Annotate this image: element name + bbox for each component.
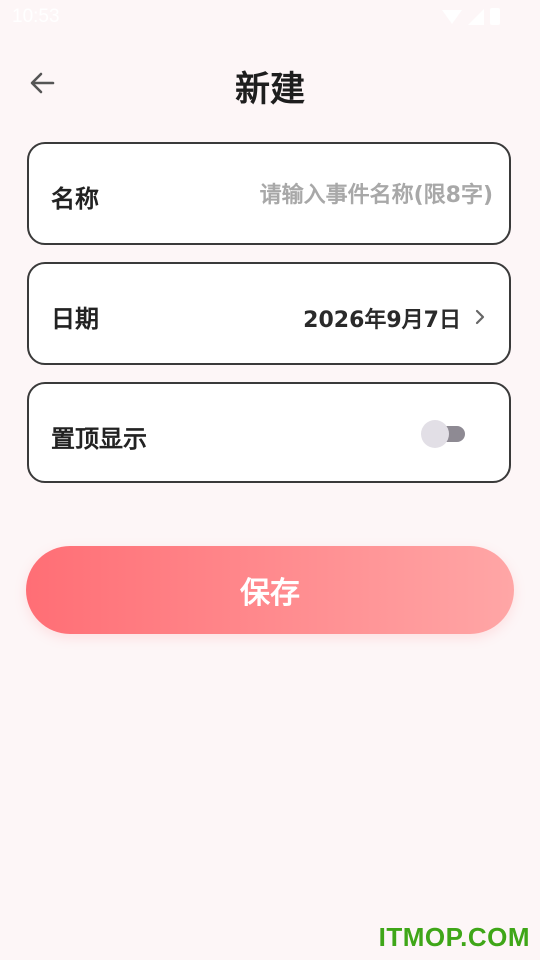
pin-card: 置顶显示 (27, 382, 511, 483)
pin-label: 置顶显示 (51, 425, 147, 453)
signal-icon (468, 8, 484, 25)
name-card: 名称 (27, 142, 511, 245)
header: 新建 (0, 55, 540, 111)
status-bar: 10:53 (0, 0, 540, 36)
battery-icon (490, 8, 500, 25)
watermark: ITMOP.COM (378, 922, 530, 952)
status-time: 10:53 (12, 6, 60, 27)
date-label: 日期 (51, 305, 99, 333)
wifi-icon (442, 9, 462, 24)
name-input[interactable] (211, 174, 495, 216)
status-icons (442, 8, 500, 25)
date-value: 2026年9月7日 (303, 308, 461, 333)
chevron-right-icon (475, 309, 485, 325)
page-title: 新建 (234, 70, 305, 110)
date-card[interactable]: 日期 2026年9月7日 (27, 262, 511, 365)
name-label: 名称 (51, 185, 99, 213)
toggle-thumb (421, 420, 449, 448)
save-button[interactable]: 保存 (26, 546, 514, 634)
pin-toggle[interactable] (421, 420, 469, 448)
